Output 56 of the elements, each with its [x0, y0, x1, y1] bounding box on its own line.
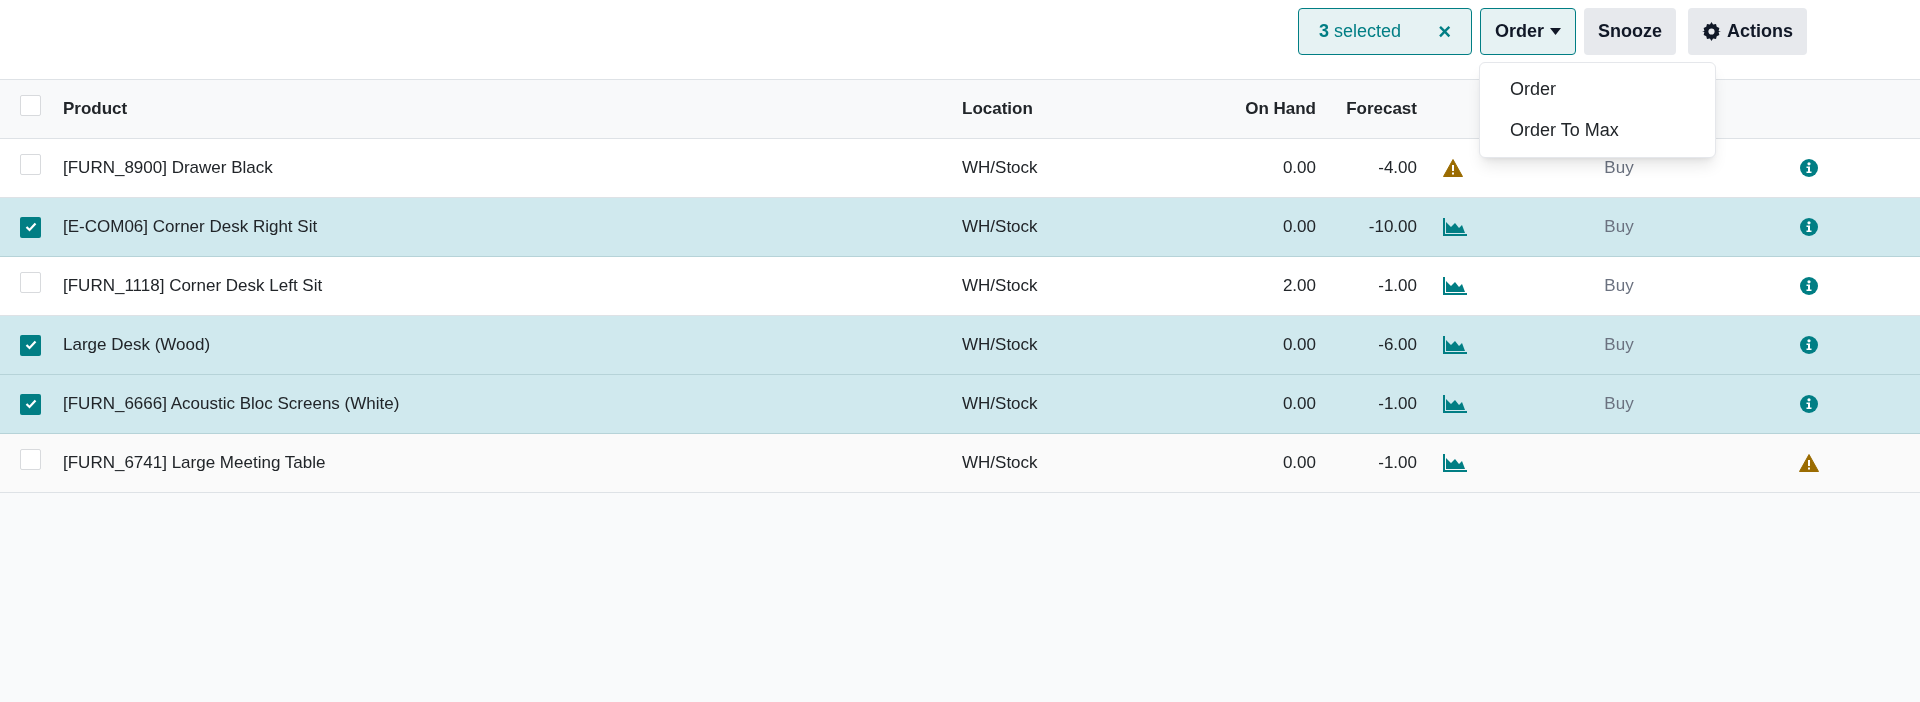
table-cell: 0.00	[1282, 158, 1316, 178]
checkbox[interactable]	[20, 448, 41, 470]
table-cell: Buy	[1604, 217, 1634, 237]
table-cell: -4.00	[1378, 158, 1417, 178]
table-cell: WH/Stock	[962, 217, 1038, 237]
table-cell: -10.00	[1368, 217, 1417, 237]
table-cell: WH/Stock	[962, 335, 1038, 355]
table-cell: -1.00	[1378, 394, 1417, 414]
column-header[interactable]: Location	[962, 99, 1033, 119]
toolbar-button[interactable]: Actions	[1688, 8, 1808, 55]
table-cell: WH/Stock	[962, 276, 1038, 296]
table-row[interactable]: [FURN_8900] Drawer Black WH/Stock 0.00 -4.00 Buy	[0, 139, 1920, 198]
checkbox[interactable]	[20, 393, 41, 415]
table-cell: 0.00	[1282, 335, 1316, 355]
table-row[interactable]: Large Desk (Wood) WH/Stock 0.00 -6.00 Buy	[0, 316, 1920, 375]
table-cell: WH/Stock	[962, 158, 1038, 178]
table-cell: 0.00	[1282, 453, 1316, 473]
table-cell: Buy	[1604, 158, 1634, 178]
table-cell: -1.00	[1378, 453, 1417, 473]
table-cell: 0.00	[1282, 217, 1316, 237]
toolbar-button[interactable]: Snooze	[1584, 8, 1677, 55]
table-cell: WH/Stock	[962, 394, 1038, 414]
table-cell: Buy	[1604, 276, 1634, 296]
checkbox[interactable]	[20, 153, 41, 175]
column-header[interactable]: Forecast	[1346, 99, 1417, 119]
table-cell: [FURN_6666] Acoustic Bloc Screens (White)	[63, 394, 400, 414]
check-icon	[24, 340, 37, 351]
menu-item[interactable]: Order	[1480, 69, 1715, 110]
checkbox[interactable]	[20, 94, 41, 116]
table-cell: 2.00	[1282, 276, 1316, 296]
column-header[interactable]: Product	[63, 99, 128, 119]
check-icon	[24, 222, 37, 233]
table-cell: Large Desk (Wood)	[63, 335, 211, 355]
table-cell: 0.00	[1282, 394, 1316, 414]
dropdown-button[interactable]: Order	[1480, 8, 1577, 55]
checkbox[interactable]	[20, 216, 41, 238]
caret-icon	[1550, 28, 1562, 35]
table-row[interactable]: [FURN_1118] Corner Desk Left Sit WH/Stock 2.00 -1.00 Buy	[0, 257, 1920, 316]
checkbox[interactable]	[20, 271, 41, 293]
table-cell: [FURN_6741] Large Meeting Table	[63, 453, 326, 473]
check-icon	[24, 399, 37, 410]
table-row[interactable]: [FURN_6666] Acoustic Bloc Screens (White) WH/Stock 0.00 -1.00 Buy	[0, 375, 1920, 434]
table-cell: Buy	[1604, 394, 1634, 414]
selection-count: 3 selected	[1319, 20, 1402, 43]
table-row[interactable]: [E-COM06] Corner Desk Right Sit WH/Stock 0.00 -10.00 Buy	[0, 198, 1920, 257]
table-cell: [E-COM06] Corner Desk Right Sit	[63, 217, 318, 237]
table-cell: -6.00	[1378, 335, 1417, 355]
table-cell: [FURN_1118] Corner Desk Left Sit	[63, 276, 323, 296]
table-cell: [FURN_8900] Drawer Black	[63, 158, 273, 178]
table-cell: Buy	[1604, 335, 1634, 355]
table-cell: WH/Stock	[962, 453, 1038, 473]
clear-selection-button[interactable]: ×	[1438, 15, 1451, 48]
column-header[interactable]: On Hand	[1245, 99, 1316, 119]
table-cell: -1.00	[1378, 276, 1417, 296]
settings-icon	[1702, 22, 1722, 41]
checkbox[interactable]	[20, 334, 41, 356]
